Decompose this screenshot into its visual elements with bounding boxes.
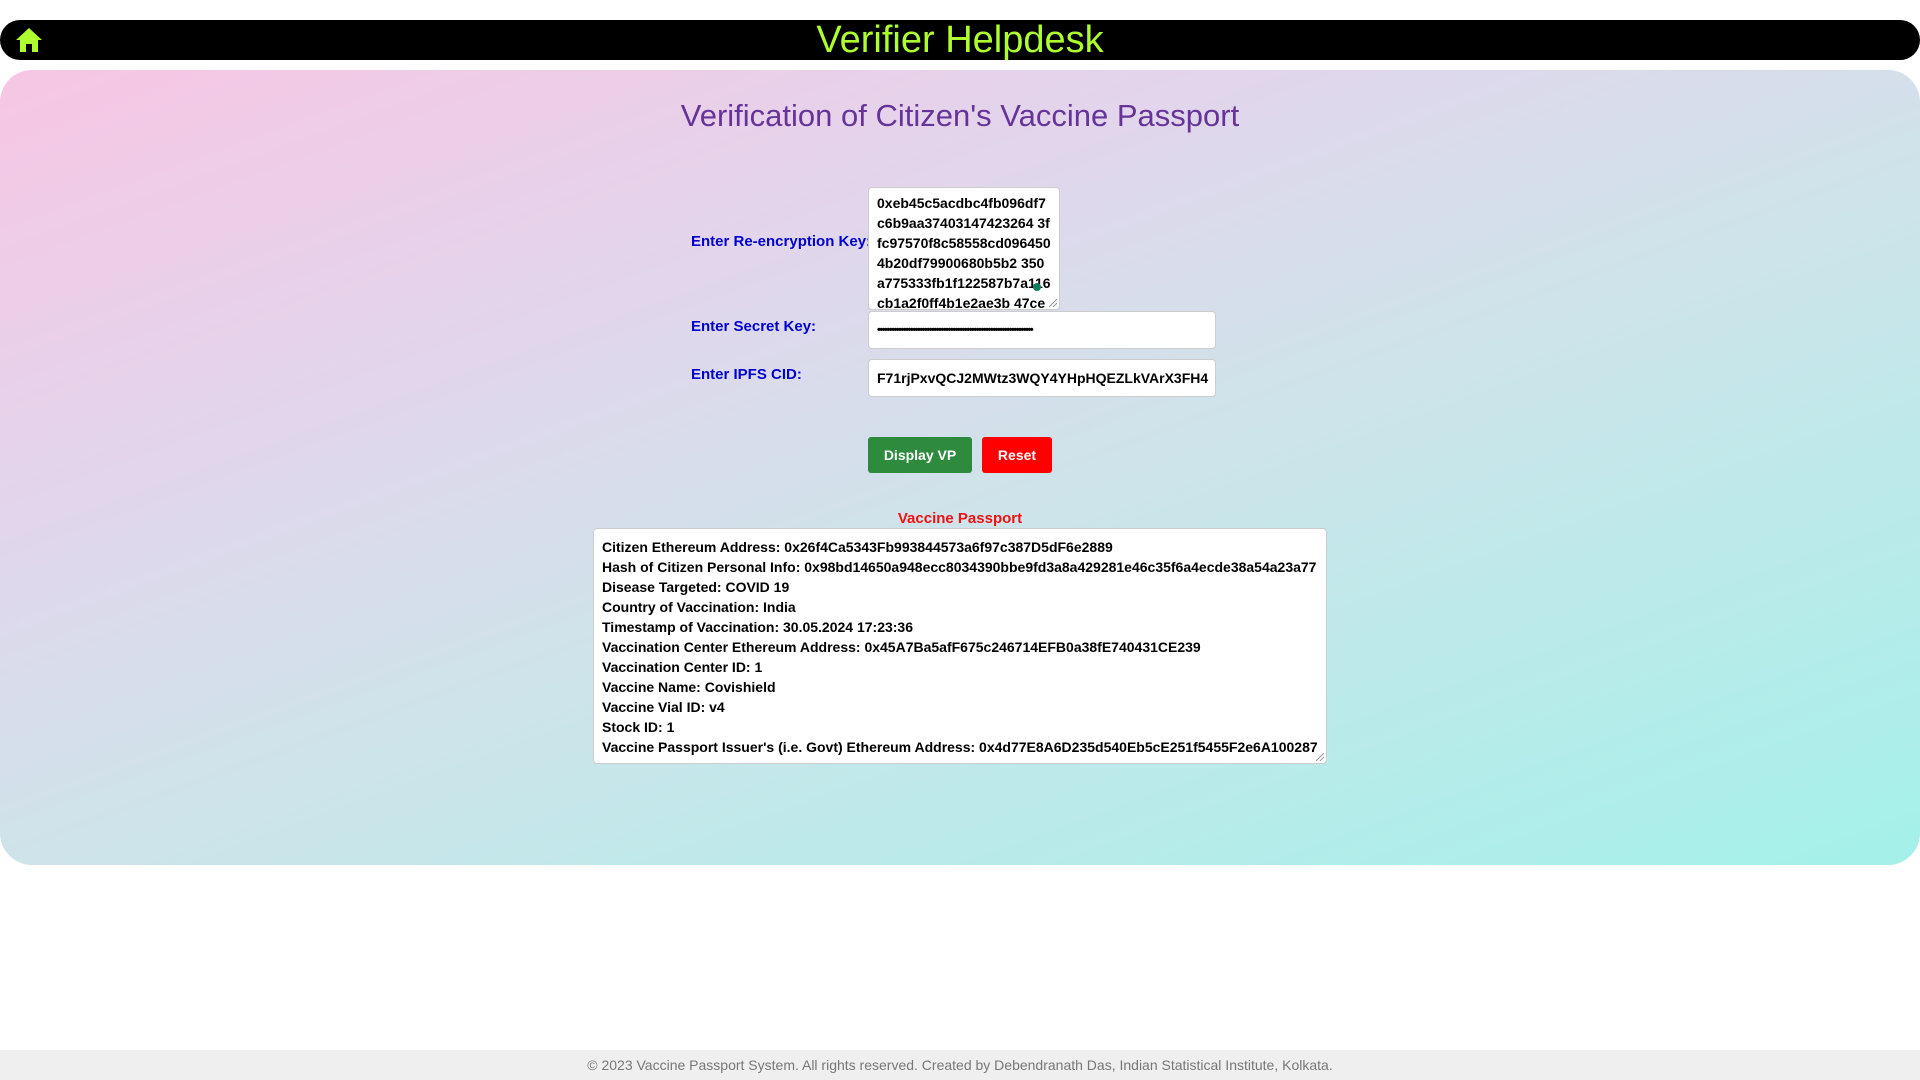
resize-handle-icon[interactable] — [1316, 753, 1324, 761]
page-title: Verification of Citizen's Vaccine Passpo… — [680, 98, 1240, 133]
vp-line: Vaccination Center Ethereum Address: 0x4… — [602, 639, 1201, 655]
secret-key-input[interactable]: ••••••••••••••••••••••••••••••••••••••••… — [868, 311, 1216, 349]
status-dot-icon — [1033, 283, 1041, 291]
vp-line: Disease Targeted: COVID 19 — [602, 579, 790, 595]
reset-button[interactable]: Reset — [982, 437, 1052, 473]
reencryption-key-input[interactable]: 0xeb45c5acdbc4fb096df7c6b9aa374031474232… — [868, 187, 1060, 310]
vaccine-passport-title: Vaccine Passport — [897, 510, 1023, 527]
reencryption-key-value: 0xeb45c5acdbc4fb096df7c6b9aa374031474232… — [877, 195, 1051, 310]
display-vp-button[interactable]: Display VP — [868, 437, 972, 473]
vp-line: Vaccine Vial ID: v4 — [602, 699, 725, 715]
vp-line: Stock ID: 1 — [602, 719, 675, 735]
secret-key-label: Enter Secret Key: — [691, 318, 817, 335]
vp-line: Hash of Citizen Personal Info: 0x98bd146… — [602, 559, 1317, 575]
resize-handle-icon[interactable] — [1049, 299, 1057, 307]
footer: © 2023 Vaccine Passport System. All righ… — [0, 1050, 1920, 1080]
vp-line: Timestamp of Vaccination: 30.05.2024 17:… — [602, 619, 914, 635]
vp-line: Citizen Ethereum Address: 0x26f4Ca5343Fb… — [602, 539, 1113, 555]
vp-line: Vaccination Center ID: 1 — [602, 659, 763, 675]
vp-line: Vaccine Name: Covishield — [602, 679, 776, 695]
header-bar: Verifier Helpdesk — [0, 20, 1920, 60]
ipfs-cid-input[interactable]: F71rjPxvQCJ2MWtz3WQY4YHpHQEZLkVArX3FH4 — [868, 359, 1216, 397]
ipfs-cid-label: Enter IPFS CID: — [691, 366, 802, 383]
vp-line: Vaccine Passport Issuer's (i.e. Govt) Et… — [602, 739, 1318, 755]
vp-line: Country of Vaccination: India — [602, 599, 796, 615]
reencryption-key-label: Enter Re-encryption Key: — [691, 233, 872, 250]
vaccine-passport-output[interactable]: Citizen Ethereum Address: 0x26f4Ca5343Fb… — [593, 528, 1327, 764]
app-title: Verifier Helpdesk — [816, 19, 1104, 61]
